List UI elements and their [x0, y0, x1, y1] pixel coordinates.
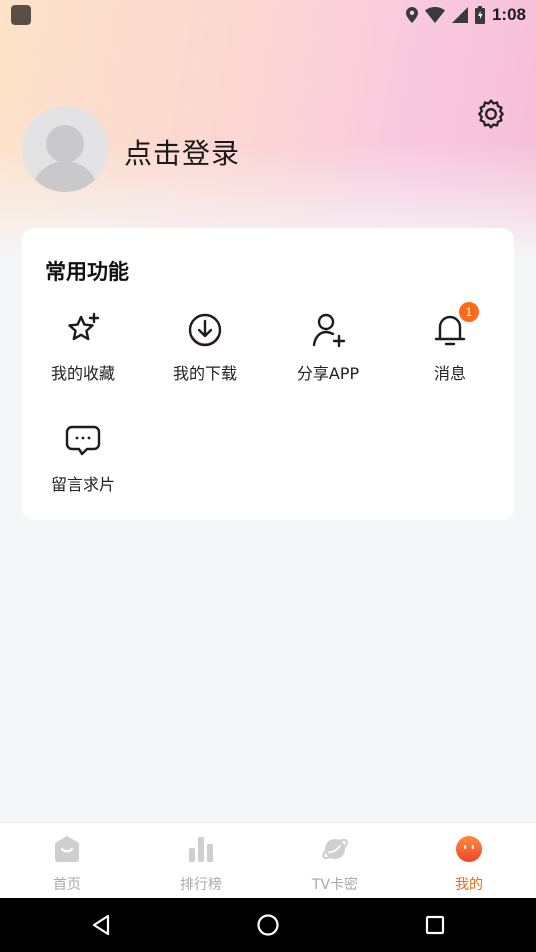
status-bar: 1:08	[0, 0, 536, 30]
star-plus-icon	[68, 312, 100, 341]
status-time: 1:08	[491, 5, 526, 24]
nav-tab-tv-card[interactable]: TV卡密	[268, 823, 402, 899]
bottom-nav: 首页 排行榜 TV卡密 我的	[0, 822, 536, 898]
location-icon	[405, 7, 418, 23]
screen: 1:08 点击登录 常用功能 我的收藏 我的下载 分享APP 1 消息 留言求片…	[0, 0, 536, 952]
login-prompt[interactable]: 点击登录	[124, 132, 240, 172]
avatar[interactable]	[22, 106, 108, 192]
status-indicators: 1:08	[405, 0, 526, 30]
home-icon	[55, 836, 79, 862]
cell-signal-icon	[451, 7, 468, 23]
request-movie-button[interactable]: 留言求片	[22, 421, 144, 517]
nav-tab-home[interactable]: 首页	[0, 823, 134, 899]
card-title: 常用功能	[45, 260, 129, 284]
battery-icon	[474, 6, 485, 24]
back-icon[interactable]	[86, 910, 116, 940]
bar-chart-icon	[189, 837, 213, 862]
favorites-label: 我的收藏	[50, 364, 115, 383]
home-circle-icon[interactable]	[253, 910, 283, 940]
share-app-button[interactable]: 分享APP	[267, 310, 389, 406]
favorites-button[interactable]: 我的收藏	[22, 310, 144, 406]
nav-tab-ranking[interactable]: 排行榜	[134, 823, 268, 899]
nav-label-home: 首页	[53, 877, 81, 893]
request-movie-label: 留言求片	[50, 475, 115, 494]
app-notification-icon	[11, 5, 31, 25]
profile-face-icon	[456, 836, 482, 862]
nav-label-mine: 我的	[455, 877, 483, 893]
nav-label-ranking: 排行榜	[180, 877, 222, 893]
downloads-button[interactable]: 我的下载	[144, 310, 266, 406]
recents-square-icon[interactable]	[420, 910, 450, 940]
nav-tab-mine[interactable]: 我的	[402, 823, 536, 899]
download-icon	[188, 313, 222, 347]
default-avatar-icon	[22, 106, 108, 192]
nav-label-tv-card: TV卡密	[311, 877, 359, 893]
add-user-icon	[312, 313, 346, 348]
common-functions-card: 常用功能 我的收藏 我的下载 分享APP 1 消息 留言求片	[22, 228, 514, 520]
messages-button[interactable]: 1 消息	[389, 302, 511, 406]
share-app-label: 分享APP	[296, 364, 360, 383]
downloads-label: 我的下载	[172, 364, 237, 383]
settings-button[interactable]	[472, 95, 510, 133]
wifi-icon	[424, 7, 445, 23]
messages-label: 消息	[433, 364, 466, 383]
planet-icon	[322, 838, 348, 860]
chat-bubble-icon	[65, 425, 101, 456]
gear-icon	[478, 99, 504, 129]
message-count-badge: 1	[459, 302, 479, 322]
system-nav-bar	[0, 898, 536, 952]
